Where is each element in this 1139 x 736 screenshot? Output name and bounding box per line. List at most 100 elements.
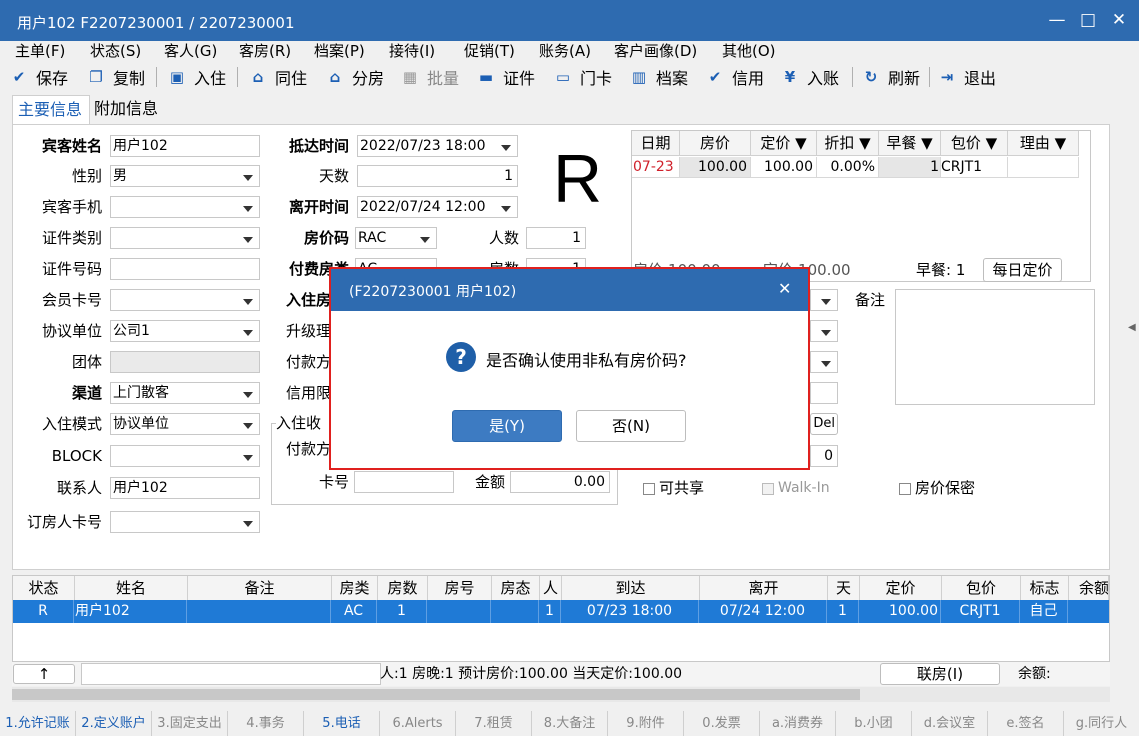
persons-field[interactable]: 1 — [526, 227, 586, 249]
room-grid-header[interactable]: 房态 — [492, 576, 540, 601]
menu-status[interactable]: 状态(S) — [90, 41, 141, 61]
days-field[interactable]: 1 — [357, 165, 518, 187]
up-button[interactable]: ↑ — [13, 664, 75, 684]
field-partial[interactable] — [810, 382, 838, 404]
dialog-close-button[interactable]: ✕ — [778, 279, 791, 298]
room-grid-header[interactable]: 天 — [828, 576, 860, 601]
fkey-affairs[interactable]: 4.事务 — [228, 711, 304, 736]
fkey-phone[interactable]: 5.电话 — [304, 711, 380, 736]
id-card-button[interactable]: ▬ 证件 — [477, 65, 535, 89]
shareable-checkbox[interactable] — [643, 483, 655, 495]
rate-grid-cell[interactable]: CRJT1 — [941, 157, 1008, 177]
menu-accounts[interactable]: 账务(A) — [539, 41, 591, 61]
credit-button[interactable]: ✔ 信用 — [706, 65, 764, 89]
yes-button[interactable]: 是(Y) — [452, 410, 562, 442]
room-grid-header[interactable]: 包价 — [942, 576, 1021, 601]
room-grid-cell[interactable]: 07/23 18:00 — [561, 600, 699, 623]
menu-main[interactable]: 主单(F) — [15, 41, 65, 61]
menu-room[interactable]: 客房(R) — [239, 41, 291, 61]
daily-price-button[interactable]: 每日定价 — [983, 258, 1062, 282]
block-select[interactable] — [110, 445, 260, 467]
booker-card-select[interactable] — [110, 511, 260, 533]
delete-button[interactable]: Del — [810, 413, 838, 435]
room-grid-header[interactable]: 标志 — [1021, 576, 1069, 601]
tab-extra-info[interactable]: 附加信息 — [94, 95, 174, 123]
mobile-select[interactable] — [110, 196, 260, 218]
amount-field[interactable]: 0.00 — [510, 471, 610, 493]
room-grid-header[interactable]: 人 — [540, 576, 562, 601]
menu-promotion[interactable]: 促销(T) — [464, 41, 515, 61]
zero-field[interactable]: 0 — [810, 445, 838, 467]
room-grid-cell[interactable]: 07/24 12:00 — [699, 600, 827, 623]
dropdown-partial[interactable] — [810, 351, 838, 373]
room-grid-header[interactable]: 状态 — [13, 576, 75, 601]
scrollbar-thumb[interactable] — [12, 689, 860, 700]
id-number-field[interactable] — [110, 258, 260, 280]
checkin-button[interactable]: ▣ 入住 — [168, 65, 226, 89]
rate-grid-cell[interactable]: 07-23 — [632, 157, 680, 177]
arrival-time-select[interactable]: 2022/07/23 18:00 — [357, 135, 518, 157]
rate-grid-header[interactable]: 理由 ▼ — [1008, 131, 1079, 156]
room-grid-cell[interactable] — [187, 600, 331, 623]
menu-profile[interactable]: 档案(P) — [314, 41, 365, 61]
horizontal-scrollbar[interactable] — [12, 687, 1110, 702]
room-grid-cell[interactable]: 1 — [377, 600, 427, 623]
room-grid-cell[interactable]: CRJT1 — [941, 600, 1020, 623]
room-grid-cell[interactable]: R — [13, 600, 74, 623]
rate-grid-header[interactable]: 日期 — [632, 131, 680, 156]
assign-room-button[interactable]: ⌂ 分房 — [326, 65, 384, 89]
status-input[interactable] — [81, 663, 381, 685]
company-select[interactable]: 公司1 — [110, 320, 260, 342]
room-grid-header[interactable]: 房数 — [378, 576, 428, 601]
room-grid-cell[interactable]: 1 — [539, 600, 561, 623]
room-grid-cell[interactable] — [427, 600, 491, 623]
minimize-button[interactable]: — — [1045, 8, 1069, 32]
exit-button[interactable]: ⇥ 退出 — [938, 65, 996, 89]
dropdown-partial[interactable] — [810, 289, 838, 311]
fkey-small-group[interactable]: b.小团 — [836, 711, 912, 736]
room-grid-header[interactable]: 离开 — [700, 576, 828, 601]
guest-name-field[interactable]: 用户102 — [110, 135, 260, 157]
rate-grid-header[interactable]: 房价 — [680, 131, 751, 156]
contact-field[interactable]: 用户102 — [110, 477, 260, 499]
profile-button[interactable]: ▥ 档案 — [630, 65, 688, 89]
batch-button[interactable]: ▦ 批量 — [401, 65, 459, 89]
menu-guest[interactable]: 客人(G) — [164, 41, 217, 61]
group-field[interactable] — [110, 351, 260, 373]
rate-grid-cell[interactable]: 100.00 — [751, 157, 817, 177]
dropdown-partial[interactable] — [810, 320, 838, 342]
room-grid-header[interactable]: 到达 — [562, 576, 700, 601]
close-button[interactable]: ✕ — [1107, 8, 1131, 32]
fkey-alerts[interactable]: 6.Alerts — [380, 711, 456, 736]
fkey-big-remark[interactable]: 8.大备注 — [532, 711, 608, 736]
gender-select[interactable]: 男 — [110, 165, 260, 187]
room-grid-cell[interactable]: 用户102 — [74, 600, 187, 623]
tab-main-info[interactable]: 主要信息 — [12, 95, 90, 124]
save-button[interactable]: ✔ 保存 — [10, 65, 68, 89]
maximize-button[interactable]: □ — [1076, 8, 1100, 32]
menu-other[interactable]: 其他(O) — [722, 41, 776, 61]
room-grid-header[interactable]: 余额 — [1069, 576, 1109, 601]
post-button[interactable]: ¥ 入账 — [781, 65, 839, 89]
rate-grid-header[interactable]: 定价 ▼ — [751, 131, 817, 156]
fkey-signature[interactable]: e.签名 — [988, 711, 1064, 736]
rate-grid-header[interactable]: 包价 ▼ — [941, 131, 1008, 156]
fkey-define-account[interactable]: 2.定义账户 — [76, 711, 152, 736]
link-room-button[interactable]: 联房(I) — [880, 663, 1000, 685]
room-grid-cell[interactable]: 自己 — [1020, 600, 1068, 623]
room-grid-cell[interactable]: 100.00 — [859, 600, 941, 623]
menu-reception[interactable]: 接待(I) — [389, 41, 435, 61]
rate-grid-header[interactable]: 早餐 ▼ — [879, 131, 941, 156]
rate-grid-cell[interactable]: 100.00 — [680, 157, 751, 177]
remark-textarea[interactable] — [895, 289, 1095, 405]
rate-grid-cell[interactable]: 0.00% — [817, 157, 879, 177]
member-card-select[interactable] — [110, 289, 260, 311]
rate-code-select[interactable]: RAC — [355, 227, 437, 249]
walkin-checkbox[interactable] — [762, 483, 774, 495]
rate-grid-cell[interactable] — [1008, 157, 1079, 177]
fkey-fixed-charge[interactable]: 3.固定支出 — [152, 711, 228, 736]
menu-customer-profile[interactable]: 客户画像(D) — [614, 41, 697, 61]
checkin-mode-select[interactable]: 协议单位 — [110, 413, 260, 435]
fkey-voucher[interactable]: a.消费券 — [760, 711, 836, 736]
departure-time-select[interactable]: 2022/07/24 12:00 — [357, 196, 518, 218]
